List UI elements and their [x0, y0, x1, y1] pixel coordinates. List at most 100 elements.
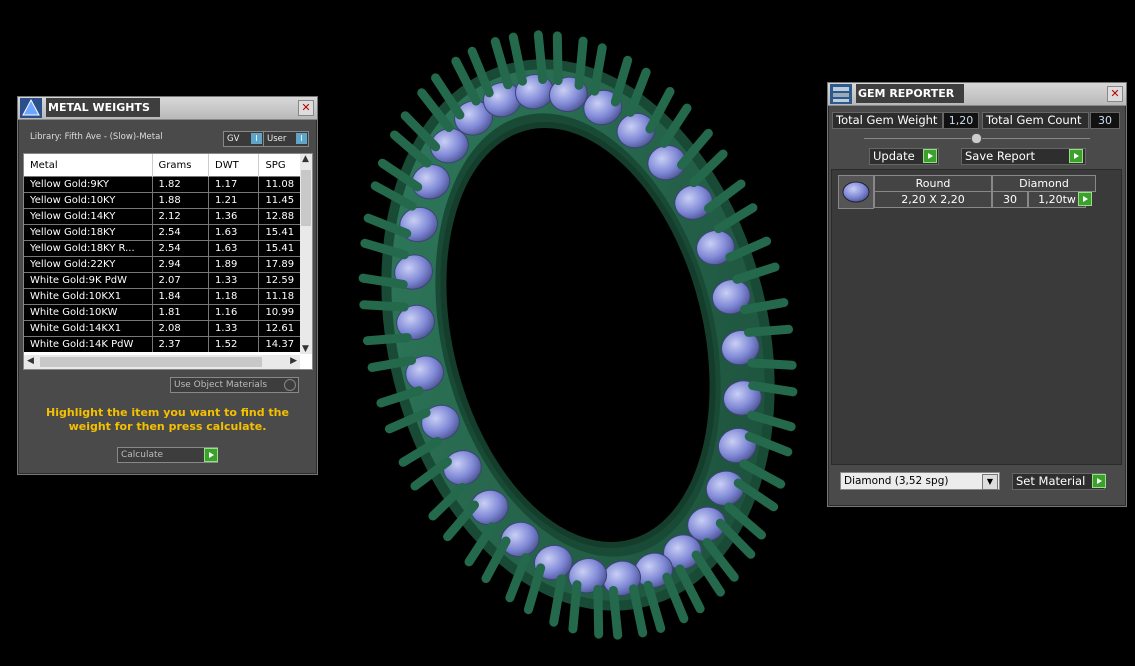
material-select[interactable]: Diamond (3,52 spg) ▼ [840, 472, 1000, 490]
cell-grams: 2.54 [152, 224, 210, 241]
cell-metal: White Gold:10KW [24, 304, 153, 321]
cell-metal: Yellow Gold:10KY [24, 192, 153, 209]
use-object-materials-label: Use Object Materials [174, 380, 268, 390]
gem-material: Diamond [992, 175, 1096, 192]
save-report-label: Save Report [965, 149, 1036, 163]
material-select-value: Diamond (3,52 spg) [844, 475, 949, 487]
cell-grams: 1.82 [152, 176, 210, 193]
cell-metal: White Gold:14K PdW [24, 336, 153, 352]
table-header-row: Metal Grams DWT SPG [24, 154, 312, 177]
gem-reporter-title: GEM REPORTER [856, 84, 965, 103]
scroll-right-icon[interactable]: ▶ [290, 356, 297, 366]
close-icon[interactable]: ✕ [298, 100, 314, 116]
close-icon[interactable]: ✕ [1107, 86, 1123, 102]
cell-dwt: 1.18 [208, 288, 260, 305]
metal-weights-panel: METAL WEIGHTS ✕ Library: Fifth Ave - (Sl… [17, 96, 318, 475]
cell-dwt: 1.17 [208, 176, 260, 193]
save-report-button[interactable]: Save Report [961, 148, 1086, 165]
cell-grams: 2.94 [152, 256, 210, 273]
column-header-metal[interactable]: Metal [24, 154, 153, 177]
table-row[interactable]: White Gold:9K PdW 2.07 1.33 12.59 [24, 272, 312, 289]
table-row[interactable]: Yellow Gold:14KY 2.12 1.36 12.88 [24, 208, 312, 225]
cell-dwt: 1.36 [208, 208, 260, 225]
gem-thumbnail [838, 175, 874, 209]
play-icon[interactable] [204, 448, 218, 462]
metal-weights-titlebar[interactable]: METAL WEIGHTS ✕ [18, 97, 317, 120]
cell-dwt: 1.63 [208, 224, 260, 241]
scroll-down-icon[interactable]: ▼ [302, 344, 309, 354]
set-material-label: Set Material [1016, 474, 1086, 488]
gem-row[interactable]: Round Diamond 2,20 X 2,20 30 1,20tw [838, 175, 1096, 209]
horizontal-scroll-thumb[interactable] [40, 357, 262, 367]
gem-size: 2,20 X 2,20 [874, 191, 992, 208]
total-gem-count-value: 30 [1090, 112, 1120, 129]
table-row[interactable]: White Gold:10KW 1.81 1.16 10.99 [24, 304, 312, 321]
column-header-grams[interactable]: Grams [152, 154, 210, 177]
cell-grams: 2.08 [152, 320, 210, 337]
vertical-scroll-thumb[interactable] [301, 170, 311, 226]
total-gem-weight-label: Total Gem Weight [832, 112, 943, 129]
gem-shape: Round [874, 175, 992, 192]
table-row[interactable]: White Gold:14K PdW 2.37 1.52 14.37 [24, 336, 312, 352]
horizontal-scrollbar[interactable]: ◀ ▶ [24, 355, 300, 369]
table-row[interactable]: Yellow Gold:18KY 2.54 1.63 15.41 [24, 224, 312, 241]
cell-metal: Yellow Gold:18KY [24, 224, 153, 241]
metal-table: Metal Grams DWT SPG Yellow Gold:9KY 1.82 1… [23, 153, 313, 370]
total-gem-count-label: Total Gem Count [982, 112, 1089, 129]
splitter-handle[interactable] [971, 133, 982, 144]
calculate-label: Calculate [121, 450, 164, 460]
gv-toggle[interactable]: GV I [223, 131, 264, 147]
cell-metal: Yellow Gold:18KY R... [24, 240, 153, 257]
cell-grams: 2.07 [152, 272, 210, 289]
cell-metal: White Gold:9K PdW [24, 272, 153, 289]
cell-dwt: 1.33 [208, 272, 260, 289]
table-row[interactable]: Yellow Gold:9KY 1.82 1.17 11.08 [24, 176, 312, 193]
cell-metal: Yellow Gold:9KY [24, 176, 153, 193]
gem-list: Round Diamond 2,20 X 2,20 30 1,20tw [831, 169, 1122, 465]
cell-grams: 2.37 [152, 336, 210, 352]
metal-weights-icon [20, 98, 42, 118]
cell-metal: Yellow Gold:22KY [24, 256, 153, 273]
cell-metal: White Gold:14KX1 [24, 320, 153, 337]
gv-toggle-indicator: I [251, 133, 262, 144]
scroll-up-icon[interactable]: ▲ [302, 154, 309, 164]
chevron-down-icon [284, 379, 296, 391]
table-row[interactable]: White Gold:10KX1 1.84 1.18 11.18 [24, 288, 312, 305]
gv-toggle-label: GV [227, 134, 240, 144]
user-toggle[interactable]: User I [263, 131, 309, 147]
gem-count: 30 [992, 191, 1028, 208]
play-icon[interactable] [1069, 149, 1083, 163]
use-object-materials-select[interactable]: Use Object Materials [170, 377, 299, 393]
column-header-dwt[interactable]: DWT [208, 154, 260, 177]
calculate-hint: Highlight the item you want to find the … [46, 406, 289, 433]
cell-dwt: 1.21 [208, 192, 260, 209]
user-toggle-indicator: I [296, 133, 307, 144]
scroll-left-icon[interactable]: ◀ [27, 356, 34, 366]
cell-grams: 1.84 [152, 288, 210, 305]
cell-metal: White Gold:10KX1 [24, 288, 153, 305]
gem-reporter-titlebar[interactable]: GEM REPORTER ✕ [828, 83, 1126, 106]
cell-metal: Yellow Gold:14KY [24, 208, 153, 225]
vertical-scrollbar[interactable]: ▲ ▼ [300, 154, 312, 354]
table-row[interactable]: Yellow Gold:18KY R... 2.54 1.63 15.41 [24, 240, 312, 257]
gem-reporter-panel: GEM REPORTER ✕ Total Gem Weight 1,20 Tot… [827, 82, 1127, 507]
cell-grams: 1.88 [152, 192, 210, 209]
play-icon[interactable] [1078, 192, 1092, 206]
cell-dwt: 1.89 [208, 256, 260, 273]
round-gem-icon [842, 181, 870, 203]
play-icon[interactable] [923, 149, 937, 163]
cell-grams: 1.81 [152, 304, 210, 321]
cell-dwt: 1.52 [208, 336, 260, 352]
table-row[interactable]: White Gold:14KX1 2.08 1.33 12.61 [24, 320, 312, 337]
gem-reporter-icon [830, 84, 852, 104]
cell-dwt: 1.63 [208, 240, 260, 257]
chevron-down-icon[interactable]: ▼ [982, 474, 998, 490]
cell-dwt: 1.33 [208, 320, 260, 337]
table-row[interactable]: Yellow Gold:22KY 2.94 1.89 17.89 [24, 256, 312, 273]
update-label: Update [873, 149, 915, 163]
play-icon[interactable] [1092, 474, 1106, 488]
table-row[interactable]: Yellow Gold:10KY 1.88 1.21 11.45 [24, 192, 312, 209]
cell-dwt: 1.16 [208, 304, 260, 321]
metal-weights-title: METAL WEIGHTS [46, 98, 160, 117]
calculate-button[interactable]: Calculate [117, 447, 218, 463]
